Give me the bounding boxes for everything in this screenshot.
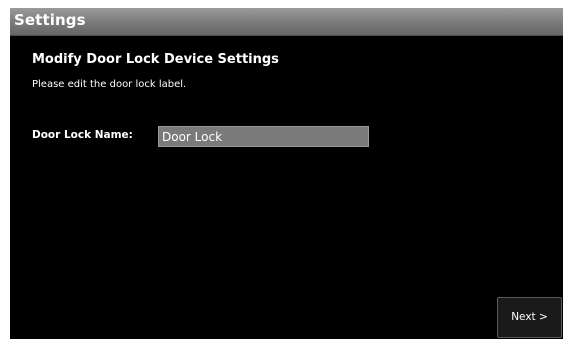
title-bar: Settings: [10, 8, 563, 36]
next-button[interactable]: Next >: [497, 297, 562, 338]
settings-screen: Settings Modify Door Lock Device Setting…: [10, 8, 563, 339]
door-lock-name-label: Door Lock Name:: [32, 129, 133, 141]
window-title: Settings: [14, 11, 86, 29]
page-heading: Modify Door Lock Device Settings: [32, 52, 279, 67]
instruction-text: Please edit the door lock label.: [32, 79, 187, 90]
door-lock-name-input[interactable]: [158, 126, 369, 147]
